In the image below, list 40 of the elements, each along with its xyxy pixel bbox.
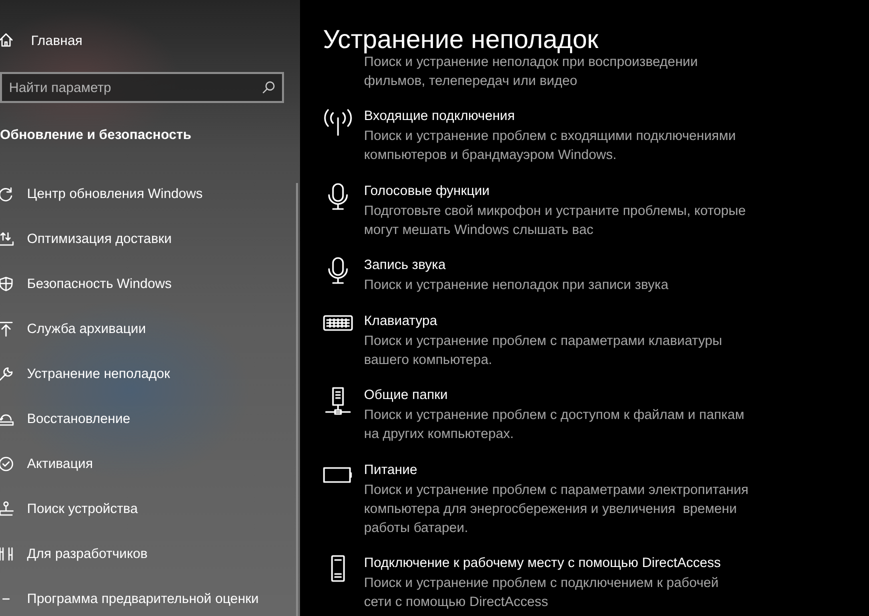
troubleshooter-title[interactable]: Запись звука [364, 255, 446, 275]
transfer-icon [0, 230, 14, 246]
search-field[interactable]: Найти параметр [0, 72, 284, 103]
troubleshooter-title[interactable]: Клавиатура [364, 310, 438, 330]
troubleshooter-description: Поиск и устранение проблем с подключением к рабочей сети с помощью DirectAccess [364, 574, 719, 611]
troubleshooter-title[interactable]: Входящие подключения [364, 106, 515, 126]
home-icon [0, 32, 14, 48]
search-icon[interactable] [262, 81, 275, 94]
troubleshooter-title[interactable]: Питание [364, 460, 418, 480]
nav-item[interactable]: Устранение неполадок [27, 366, 170, 381]
troubleshooter-description: Поиск и устранение проблем с входящими подключениями компьютеров и брандмауэром Windows. [364, 127, 736, 164]
troubleshooter-description: Поиск и устранение проблем с параметрами электропитания компьютера для энергосбережения и увеличения времени работы батареи. [364, 480, 748, 536]
nav-item[interactable]: Программа предварительной оценки [27, 591, 259, 606]
computer-tower-icon [323, 387, 353, 415]
troubleshooter-title[interactable]: Голосовые функции [364, 180, 490, 200]
nav-item[interactable]: Для разработчиков [27, 546, 148, 561]
nav-item[interactable]: Активация [27, 456, 93, 471]
nav-item[interactable]: Безопасность Windows [27, 276, 172, 291]
troubleshooter-title[interactable]: Общие папки [364, 385, 448, 405]
refresh-icon [0, 186, 14, 202]
troubleshooter-description: Поиск и устранение неполадок при воспроизведении фильмов, телепередач или видео [364, 56, 698, 90]
person-pin-icon [0, 500, 14, 516]
shield-icon [0, 276, 14, 292]
tools-icon [0, 546, 14, 562]
scrollbar[interactable] [296, 183, 298, 616]
home-link[interactable]: Главная [0, 28, 300, 52]
troubleshooter-description: Поиск и устранение неполадок при записи звука [364, 276, 668, 294]
troubleshooter-description: Поиск и устранение проблем с доступом к файлам и папкам на других компьютерах. [364, 406, 744, 443]
nav-item[interactable]: Центр обновления Windows [27, 186, 203, 201]
wrench-icon [0, 366, 14, 382]
nav-item[interactable]: Служба архивации [27, 321, 146, 336]
troubleshooter-description: Поиск и устранение проблем с параметрами клавиатуры вашего компьютера. [364, 332, 722, 368]
upload-icon [0, 320, 14, 336]
troubleshooter-title[interactable]: Подключение к рабочему месту с помощью DirectAccess [364, 553, 721, 573]
antenna-icon [323, 108, 353, 136]
nav-item[interactable]: Восстановление [27, 411, 130, 426]
nav-item[interactable]: Оптимизация доставки [27, 231, 172, 246]
section-heading: Обновление и безопасность [0, 126, 192, 144]
nav-item[interactable]: Поиск устройства [27, 501, 138, 516]
troubleshooter-description: Подготовьте свой микрофон и устраните проблемы, которые могут мешать Windows слышать вас [364, 202, 746, 238]
